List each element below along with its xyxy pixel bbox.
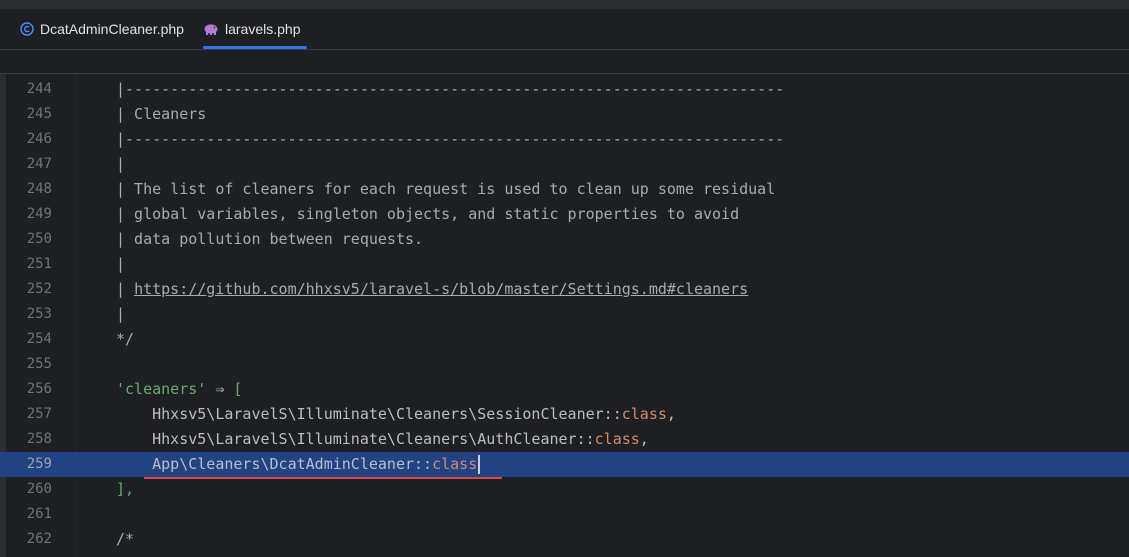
scope-operator: :: — [603, 405, 622, 423]
class-reference: App\Cleaners\DcatAdminCleaner::class — [116, 452, 481, 477]
comment-with-link: | https://github.com/hhxsv5/laravel-s/bl… — [116, 277, 748, 302]
class-keyword: class — [621, 405, 667, 423]
code-line[interactable]: 254 */ — [0, 327, 1129, 352]
line-number: 250 — [26, 231, 52, 247]
active-tab-indicator — [203, 46, 307, 49]
array-key-line: 'cleaners' ⇒ [ — [116, 377, 242, 402]
line-number: 257 — [26, 406, 52, 422]
line-number: 244 — [26, 81, 52, 97]
code-line[interactable]: 255 — [0, 352, 1129, 377]
code-line[interactable]: 253 | — [0, 302, 1129, 327]
comment-text: | — [116, 255, 126, 273]
code-line[interactable]: 252 | https://github.com/hhxsv5/laravel-… — [0, 277, 1129, 302]
class-keyword: class — [432, 455, 478, 473]
line-number: 249 — [26, 206, 52, 222]
code-line[interactable]: 258 Hhxsv5\LaravelS\Illuminate\Cleaners\… — [0, 427, 1129, 452]
namespace-path: App\Cleaners\DcatAdminCleaner — [116, 455, 415, 473]
line-number: 261 — [26, 506, 52, 522]
current-code-line[interactable]: 259 App\Cleaners\DcatAdminCleaner::class — [0, 452, 1129, 477]
comment-text: | — [116, 305, 126, 323]
line-number: 255 — [26, 356, 52, 372]
error-squiggle-underline — [144, 477, 502, 479]
code-line[interactable]: 245 | Cleaners — [0, 102, 1129, 127]
open-bracket: [ — [233, 380, 243, 398]
editor-breadcrumb-strip — [0, 50, 1129, 74]
string-literal: 'cleaners' — [116, 380, 207, 398]
arrow-operator: ⇒ — [206, 380, 234, 398]
line-number: 252 — [26, 281, 52, 297]
line-number: 246 — [26, 131, 52, 147]
line-number: 258 — [26, 431, 52, 447]
namespace-path: Hhxsv5\LaravelS\Illuminate\Cleaners\Auth… — [116, 430, 577, 448]
comment-text: |---------------------------------------… — [116, 80, 785, 98]
comment-prefix: | — [116, 280, 135, 298]
comment-text: |---------------------------------------… — [116, 130, 785, 148]
tab-laravels[interactable]: laravels.php — [203, 9, 307, 49]
class-reference: Hhxsv5\LaravelS\Illuminate\Cleaners\Sess… — [116, 402, 676, 427]
line-number: 254 — [26, 331, 52, 347]
tab-label: DcatAdminCleaner.php — [40, 21, 184, 37]
comma: , — [639, 430, 649, 448]
line-number: 260 — [26, 481, 52, 497]
class-reference: Hhxsv5\LaravelS\Illuminate\Cleaners\Auth… — [116, 427, 649, 452]
line-number: 256 — [26, 381, 52, 397]
comment-text: | The list of cleaners for each request … — [116, 180, 776, 198]
code-line[interactable]: 262 /* — [0, 527, 1129, 552]
line-number: 245 — [26, 106, 52, 122]
docs-link[interactable]: https://github.com/hhxsv5/laravel-s/blob… — [134, 280, 748, 298]
comment-text: | — [116, 155, 126, 173]
comment-start: /* — [116, 530, 135, 548]
namespace-path: Hhxsv5\LaravelS\Illuminate\Cleaners\Sess… — [116, 405, 604, 423]
code-line[interactable]: 257 Hhxsv5\LaravelS\Illuminate\Cleaners\… — [0, 402, 1129, 427]
class-keyword: class — [594, 430, 640, 448]
code-line[interactable]: 247 | — [0, 152, 1129, 177]
code-editor[interactable]: 244 |-----------------------------------… — [0, 74, 1129, 557]
code-line[interactable]: 248 | The list of cleaners for each requ… — [0, 177, 1129, 202]
tab-dcat-admin-cleaner[interactable]: DcatAdminCleaner.php — [20, 9, 184, 49]
line-number: 262 — [26, 531, 52, 547]
code-line[interactable]: 251 | — [0, 252, 1129, 277]
code-line[interactable]: 250 | data pollution between requests. — [0, 227, 1129, 252]
line-number: 248 — [26, 181, 52, 197]
code-line[interactable]: 249 | global variables, singleton object… — [0, 202, 1129, 227]
code-line[interactable]: 256 'cleaners' ⇒ [ — [0, 377, 1129, 402]
code-line[interactable]: 260 ], — [0, 477, 1129, 502]
code-line[interactable]: 244 |-----------------------------------… — [0, 77, 1129, 102]
title-bar — [0, 0, 1129, 9]
comment-end: */ — [116, 330, 135, 348]
close-bracket: ], — [116, 480, 135, 498]
line-number: 259 — [26, 456, 52, 472]
php-elephant-icon — [203, 23, 219, 36]
comment-text: | data pollution between requests. — [116, 230, 424, 248]
scope-operator: :: — [576, 430, 595, 448]
line-number: 251 — [26, 256, 52, 272]
php-class-icon — [20, 22, 34, 36]
editor-tab-bar: DcatAdminCleaner.php laravels.php — [0, 9, 1129, 50]
comment-text: | global variables, singleton objects, a… — [116, 205, 740, 223]
code-line[interactable]: 261 — [0, 502, 1129, 527]
comment-text: | Cleaners — [116, 105, 207, 123]
text-caret — [478, 455, 481, 474]
line-number: 247 — [26, 156, 52, 172]
line-number: 253 — [26, 306, 52, 322]
code-line[interactable]: 246 |-----------------------------------… — [0, 127, 1129, 152]
comma: , — [666, 405, 676, 423]
scope-operator: :: — [414, 455, 433, 473]
tab-label: laravels.php — [225, 21, 301, 37]
